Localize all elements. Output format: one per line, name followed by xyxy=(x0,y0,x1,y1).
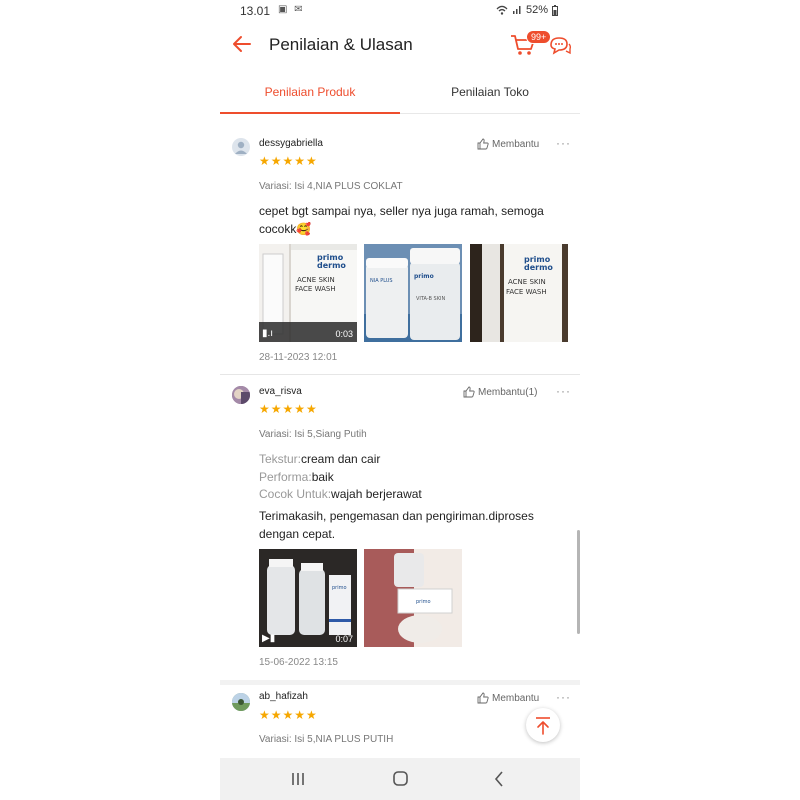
review-text: cepet bgt sampai nya, seller nya juga ra… xyxy=(259,204,544,236)
rating-stars: ★★★★★ xyxy=(259,154,318,168)
svg-text:FACE WASH: FACE WASH xyxy=(295,285,336,293)
review-username: eva_risva xyxy=(259,386,302,397)
review-item: dessygabriella Membantu ··· ★★★★★ Varias… xyxy=(220,130,580,374)
review-photo[interactable]: primo dermo ACNE SKIN FACE WASH xyxy=(470,244,568,342)
thumbs-up-icon xyxy=(477,138,489,150)
attribute-value: baik xyxy=(311,470,334,484)
app-screen: 13.01 ▣ ✉ 52% Penilaian & Ulasan 99+ Pen… xyxy=(220,0,580,800)
helpful-label: Membantu(1) xyxy=(478,386,538,398)
review-attribute: Tekstur:cream dan cair xyxy=(259,450,569,468)
user-photo-avatar xyxy=(232,693,250,711)
review-username: ab_hafizah xyxy=(259,691,308,702)
more-options-icon[interactable]: ··· xyxy=(556,690,571,704)
review-photo[interactable]: NIA PLUS primo VITA-B SKIN xyxy=(364,244,462,342)
review-divider xyxy=(220,680,580,685)
video-duration: 0:03 xyxy=(335,329,353,339)
avatar xyxy=(232,693,250,711)
video-icon: ▮.ı xyxy=(262,328,274,339)
rating-stars: ★★★★★ xyxy=(259,402,318,416)
status-bar: 13.01 ▣ ✉ 52% xyxy=(220,0,580,22)
chat-icon[interactable] xyxy=(548,35,572,57)
back-arrow-icon[interactable] xyxy=(230,32,254,56)
review-variant: Variasi: Isi 5,Siang Putih xyxy=(259,429,367,440)
attribute-value: cream dan cair xyxy=(301,452,381,466)
video-icon: ▶▮ xyxy=(262,633,276,644)
status-right: 52% xyxy=(496,4,558,16)
attribute-value: wajah berjerawat xyxy=(331,487,422,501)
battery-icon xyxy=(552,4,558,16)
review-tabs: Penilaian Produk Penilaian Toko xyxy=(220,78,580,114)
review-date: 15-06-2022 13:15 xyxy=(259,657,338,668)
svg-text:primo: primo xyxy=(416,599,431,605)
review-variant: Variasi: Isi 4,NIA PLUS COKLAT xyxy=(259,181,403,192)
product-package-image: primo xyxy=(364,549,462,647)
signal-icon xyxy=(512,6,521,14)
scrollbar[interactable] xyxy=(577,530,580,634)
helpful-button[interactable]: Membantu(1) xyxy=(463,386,537,398)
svg-text:NIA PLUS: NIA PLUS xyxy=(370,278,393,284)
review-attribute: Performa:baik xyxy=(259,468,569,486)
face-wash-bottle-image: primo dermo ACNE SKIN FACE WASH xyxy=(470,244,568,342)
svg-text:VITA-B SKIN: VITA-B SKIN xyxy=(416,296,445,302)
default-avatar-icon xyxy=(235,141,247,154)
review-divider xyxy=(220,374,580,375)
rating-stars: ★★★★★ xyxy=(259,708,318,722)
review-date: 28-11-2023 12:01 xyxy=(259,352,338,363)
svg-text:ACNE SKIN: ACNE SKIN xyxy=(508,278,546,286)
scroll-top-icon xyxy=(536,717,550,735)
avatar xyxy=(232,386,250,404)
helpful-button[interactable]: Membantu xyxy=(477,138,539,150)
app-header: Penilaian & Ulasan 99+ xyxy=(220,22,580,68)
scroll-to-top-button[interactable] xyxy=(526,708,560,742)
review-item: eva_risva Membantu(1) ··· ★★★★★ Variasi:… xyxy=(220,378,580,678)
attribute-label: Performa: xyxy=(259,470,312,484)
back-nav-icon[interactable] xyxy=(488,769,512,789)
wifi-icon xyxy=(496,5,508,15)
review-video-thumbnail[interactable]: primo dermo ACNE SKIN FACE WASH ▮.ı 0:03 xyxy=(259,244,357,342)
video-duration: 0:07 xyxy=(335,634,353,644)
status-time: 13.01 xyxy=(240,4,271,18)
cream-jars-image: NIA PLUS primo VITA-B SKIN xyxy=(364,244,462,342)
review-attribute: Cocok Untuk:wajah berjerawat xyxy=(259,485,569,503)
helpful-button[interactable]: Membantu xyxy=(477,692,539,704)
review-username: dessygabriella xyxy=(259,138,323,149)
svg-text:dermo: dermo xyxy=(317,261,346,270)
svg-text:dermo: dermo xyxy=(524,263,553,272)
battery-text: 52% xyxy=(525,4,548,16)
svg-text:primo: primo xyxy=(414,273,434,280)
more-options-icon[interactable]: ··· xyxy=(556,136,571,150)
system-nav-bar xyxy=(220,758,580,800)
review-variant: Variasi: Isi 5,NIA PLUS PUTIH xyxy=(259,734,394,745)
avatar xyxy=(232,138,250,156)
tab-shop-reviews[interactable]: Penilaian Toko xyxy=(400,78,580,113)
helpful-label: Membantu xyxy=(492,138,540,150)
svg-text:primo: primo xyxy=(332,585,347,591)
tab-product-reviews[interactable]: Penilaian Produk xyxy=(220,78,400,114)
face-wash-bottle-image: primo dermo ACNE SKIN FACE WASH xyxy=(259,244,357,342)
recents-icon[interactable] xyxy=(286,769,310,789)
attribute-label: Tekstur: xyxy=(259,452,302,466)
thumbs-up-icon xyxy=(477,692,489,704)
user-photo-avatar xyxy=(232,386,250,404)
attribute-label: Cocok Untuk: xyxy=(259,487,332,501)
page-title: Penilaian & Ulasan xyxy=(269,35,413,54)
review-text: Terimakasih, pengemasan dan pengiriman.d… xyxy=(259,509,534,541)
thumbs-up-icon xyxy=(463,386,475,398)
review-photo[interactable]: primo xyxy=(364,549,462,647)
review-video-thumbnail[interactable]: primo ▶▮ 0:07 xyxy=(259,549,357,647)
svg-text:FACE WASH: FACE WASH xyxy=(506,288,547,296)
notification-icons: ▣ ✉ xyxy=(278,4,305,15)
more-options-icon[interactable]: ··· xyxy=(556,384,571,398)
helpful-label: Membantu xyxy=(492,692,540,704)
home-icon[interactable] xyxy=(388,769,412,789)
svg-text:ACNE SKIN: ACNE SKIN xyxy=(297,276,335,284)
